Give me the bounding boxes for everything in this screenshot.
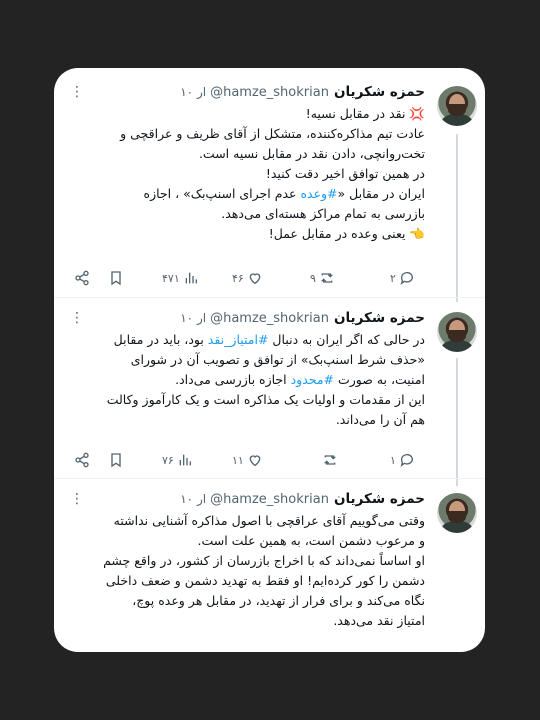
retweet-icon — [321, 273, 333, 283]
hashtag-link[interactable]: #وعده — [300, 186, 337, 201]
retweet-icon — [324, 455, 336, 465]
tweet-line: در همین توافق اخیر دقت کنید! — [265, 166, 425, 181]
avatar[interactable] — [437, 312, 477, 352]
tweet-line: دشمن را کور کرده‌ایم! او فقط به تهدید دش… — [105, 573, 425, 588]
retweet-button[interactable] — [322, 450, 338, 470]
more-vertical-icon[interactable]: ⋮ — [70, 489, 84, 509]
reply-button[interactable]: ۲ — [390, 268, 415, 288]
tweet-text: در حالی که اگر ایران به دنبال #امتیاز_نق… — [74, 330, 425, 430]
tweet-line: و مرعوب دشمن است، به همین علت است. — [197, 533, 425, 548]
timestamp[interactable]: ۱۰ ار — [180, 311, 206, 325]
views-icon — [185, 272, 197, 284]
bookmark-button[interactable] — [108, 450, 124, 470]
hashtag-link[interactable]: #محدود — [291, 372, 334, 387]
tweet-line: او اساساً نمی‌داند که با اخراج بازرسان ا… — [103, 553, 425, 568]
tweet-line: تخت‌روانچی، دادن نقد در مقابل نسیه است. — [198, 146, 425, 161]
avatar[interactable] — [437, 86, 477, 126]
tweet-line: نگاه می‌کند و برای فرار از تهدید، در مقا… — [132, 593, 425, 608]
tweet-header: ۱۰ ار @hamze_shokrian حمزه شکریان — [180, 308, 425, 328]
tweet-line: در حالی که اگر ایران به دنبال #امتیاز_نق… — [113, 332, 425, 347]
like-count: ۴۶ — [232, 271, 244, 285]
tweet-text: 💢 نقد در مقابل نسیه! عادت تیم مذاکره‌کنن… — [74, 104, 425, 244]
views-count: ۴۷۱ — [162, 271, 180, 285]
user-handle[interactable]: @hamze_shokrian — [210, 492, 329, 507]
bookmark-icon — [111, 271, 121, 286]
share-icon — [75, 452, 89, 468]
views-count: ۷۶ — [162, 453, 174, 467]
user-handle[interactable]: @hamze_shokrian — [210, 85, 329, 100]
tweet-header: ۱۰ ار @hamze_shokrian حمزه شکریان — [180, 82, 425, 102]
tweet-header: ۱۰ ار @hamze_shokrian حمزه شکریان — [180, 489, 425, 509]
tweet-line: عادت تیم مذاکره‌کننده، متشکل از آقای ظری… — [120, 126, 425, 141]
bookmark-button[interactable] — [108, 268, 124, 288]
more-vertical-icon[interactable]: ⋮ — [70, 308, 84, 328]
like-button[interactable]: ۱۱ — [232, 450, 263, 470]
reply-count: ۲ — [390, 271, 396, 285]
tweet-line: این از مقدمات و اولیات یک مذاکره است و ی… — [106, 392, 425, 407]
like-count: ۱۱ — [232, 453, 244, 467]
views-button[interactable]: ۴۷۱ — [162, 268, 199, 288]
tweet-line: وقتی می‌گوییم آقای عراقچی با اصول مذاکره… — [113, 513, 425, 528]
share-icon — [75, 270, 89, 286]
tweet-actions: ۷۶ ۱۱ ۱ — [72, 450, 425, 470]
tweet-line: امنیت، به صورت #محدود اجازه بازرسی می‌دا… — [175, 372, 425, 387]
tweet-line: امتیاز نقد می‌دهد. — [333, 613, 425, 628]
user-name[interactable]: حمزه شکریان — [334, 310, 425, 326]
tweet-line: 👈 یعنی وعده در مقابل عمل! — [268, 226, 425, 241]
tweet-actions: ۴۷۱ ۴۶ ۹ ۲ — [72, 268, 425, 288]
tweet-line: بازرسی به تمام مراکز هسته‌ای می‌دهد. — [221, 206, 425, 221]
hashtag-link[interactable]: #امتیاز_نقد — [208, 332, 269, 347]
tweet-line: ایران در مقابل «#وعده عدم اجرای اسنپ‌بک»… — [143, 186, 425, 201]
reply-button[interactable]: ۱ — [390, 450, 415, 470]
tweet[interactable]: ۱۰ ار @hamze_shokrian حمزه شکریان ⋮ وقتی… — [54, 479, 485, 652]
bookmark-icon — [111, 453, 121, 468]
heart-icon — [249, 455, 261, 467]
user-name[interactable]: حمزه شکریان — [334, 491, 425, 507]
user-handle[interactable]: @hamze_shokrian — [210, 311, 329, 326]
retweet-count: ۹ — [310, 271, 316, 285]
timestamp[interactable]: ۱۰ ار — [180, 492, 206, 506]
reply-count: ۱ — [390, 453, 396, 467]
tweet[interactable]: ۱۰ ار @hamze_shokrian حمزه شکریان ⋮ 💢 نق… — [54, 68, 485, 298]
retweet-button[interactable]: ۹ — [310, 268, 335, 288]
heart-icon — [249, 273, 261, 285]
views-button[interactable]: ۷۶ — [162, 450, 193, 470]
reply-icon — [400, 454, 413, 467]
more-vertical-icon[interactable]: ⋮ — [70, 82, 84, 102]
user-name[interactable]: حمزه شکریان — [334, 84, 425, 100]
tweet-text: وقتی می‌گوییم آقای عراقچی با اصول مذاکره… — [74, 511, 425, 631]
tweet-line: «حذف شرط اسنپ‌بک» از توافق و تصویب آن در… — [130, 352, 425, 367]
like-button[interactable]: ۴۶ — [232, 268, 263, 288]
views-icon — [179, 454, 191, 466]
tweet-line: 💢 نقد در مقابل نسیه! — [305, 106, 425, 121]
reply-icon — [400, 272, 413, 285]
share-button[interactable] — [74, 268, 90, 288]
share-button[interactable] — [74, 450, 90, 470]
tweet-thread-card: ۱۰ ار @hamze_shokrian حمزه شکریان ⋮ 💢 نق… — [54, 68, 485, 652]
tweet-line: هم آن را می‌داند. — [335, 412, 425, 427]
tweet[interactable]: ۱۰ ار @hamze_shokrian حمزه شکریان ⋮ در ح… — [54, 298, 485, 474]
avatar[interactable] — [437, 493, 477, 533]
timestamp[interactable]: ۱۰ ار — [180, 85, 206, 99]
